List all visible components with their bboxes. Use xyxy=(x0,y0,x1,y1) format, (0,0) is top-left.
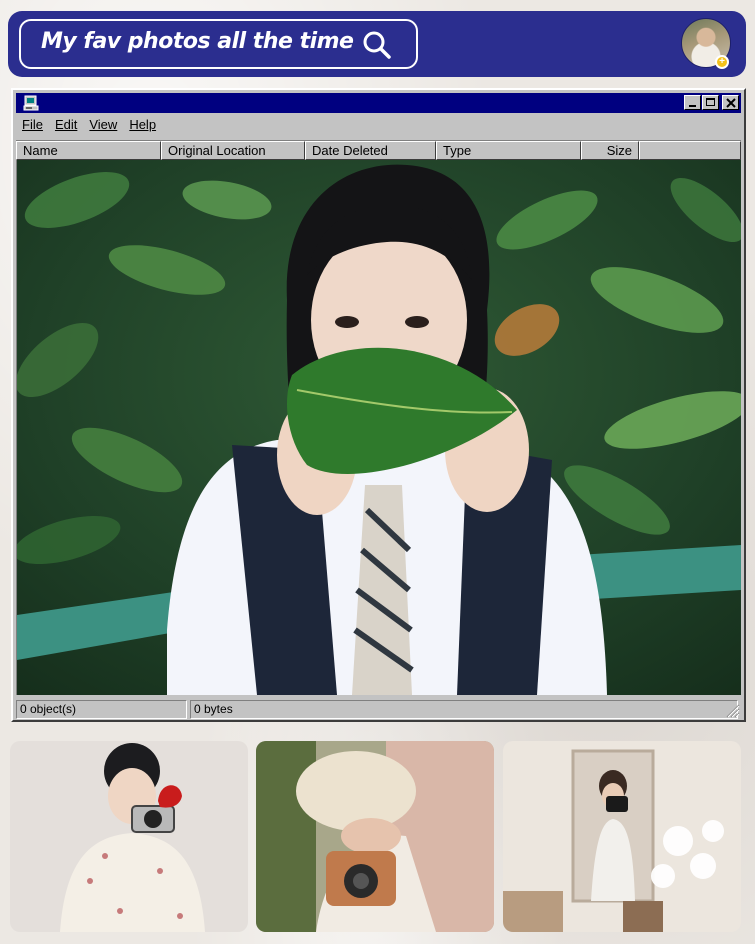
menu-bar: File Edit View Help xyxy=(16,116,162,136)
photo-camera-girl xyxy=(10,741,248,932)
minimize-icon xyxy=(689,105,696,107)
close-button[interactable] xyxy=(722,95,739,110)
search-icon[interactable] xyxy=(361,29,393,61)
status-bytes: 0 bytes xyxy=(190,700,738,719)
menu-edit[interactable]: Edit xyxy=(49,116,83,136)
computer-icon xyxy=(23,95,39,111)
maximize-icon xyxy=(706,98,715,106)
menu-help[interactable]: Help xyxy=(123,116,162,136)
column-name[interactable]: Name xyxy=(16,141,161,160)
column-header: Name Original Location Date Deleted Type… xyxy=(16,140,741,160)
window-controls xyxy=(683,95,739,110)
main-photo xyxy=(16,160,741,695)
maximize-button[interactable] xyxy=(702,95,719,110)
photo-mirror-selfie xyxy=(503,741,741,932)
column-type[interactable]: Type xyxy=(436,141,581,160)
column-date-deleted[interactable]: Date Deleted xyxy=(305,141,436,160)
column-size[interactable]: Size xyxy=(581,141,639,160)
menu-file[interactable]: File xyxy=(16,116,49,136)
title-bar[interactable] xyxy=(16,93,741,113)
search-text: My fav photos all the time xyxy=(41,29,354,54)
thumbnail-mirror-selfie[interactable] xyxy=(503,741,741,932)
resize-grip-icon[interactable] xyxy=(726,704,740,718)
search-bar[interactable]: My fav photos all the time xyxy=(19,19,418,69)
thumbnail-camera-girl[interactable] xyxy=(10,741,248,932)
close-icon xyxy=(726,98,736,108)
minimize-button[interactable] xyxy=(684,95,701,110)
recycle-bin-window: File Edit View Help Name Original Locati… xyxy=(11,88,746,722)
menu-view[interactable]: View xyxy=(83,116,123,136)
column-spacer xyxy=(639,141,741,160)
status-bar: 0 object(s) 0 bytes xyxy=(16,700,741,719)
photo-flowers-camera xyxy=(256,741,494,932)
status-object-count: 0 object(s) xyxy=(16,700,187,719)
photo-girl-with-leaf xyxy=(17,160,741,695)
plus-badge-icon: + xyxy=(715,55,729,69)
column-original-location[interactable]: Original Location xyxy=(161,141,305,160)
thumbnail-flowers-camera[interactable] xyxy=(256,741,494,932)
avatar[interactable]: + xyxy=(681,18,731,69)
header-bar: My fav photos all the time + xyxy=(8,11,746,77)
